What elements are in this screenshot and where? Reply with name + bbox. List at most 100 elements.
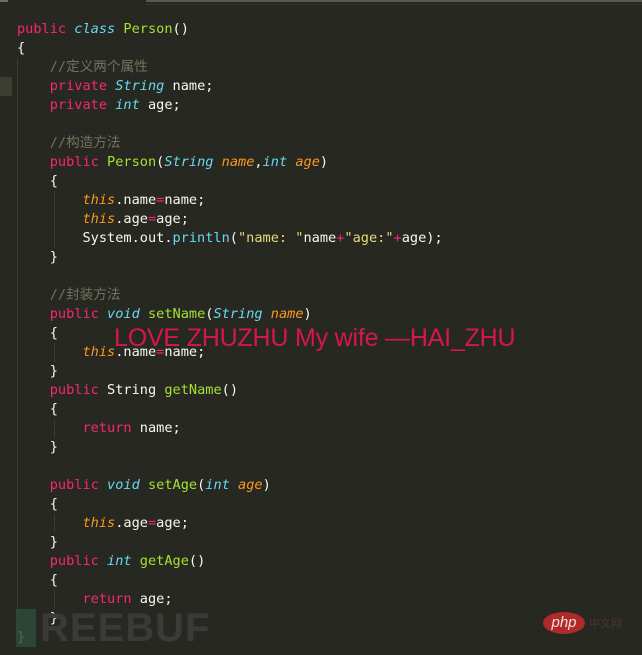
builtin-token: println [172,230,230,246]
text-token: } [17,439,58,455]
code-line[interactable] [17,267,443,286]
code-line[interactable]: } [17,533,443,552]
keyword-token: public [49,553,99,569]
code-line[interactable]: public class Person() [17,20,443,39]
text-token: { [17,173,58,189]
type-token: void [107,477,140,493]
code-line[interactable]: { [17,172,443,191]
text-token: () [188,553,206,569]
code-line[interactable]: public void setAge(int age) [17,476,443,495]
string-token: "name: " [237,230,304,246]
code-line[interactable]: private int age; [17,96,443,115]
code-line[interactable]: private String name; [17,77,443,96]
text-token: age); [401,230,443,246]
code-line[interactable]: //构造方法 [17,134,443,153]
text-token: age; [139,97,181,113]
text-token: ) [262,477,271,493]
text-token: () [221,382,239,398]
text-token: .name [115,192,157,208]
text-token: } [17,363,58,379]
operator-token: + [393,230,402,246]
code-line[interactable]: { [17,400,443,419]
code-line[interactable]: { [17,39,443,58]
text-token: age; [156,515,189,531]
function-name-token: setName [147,306,206,322]
this-token: this [82,192,116,208]
keyword-token: public [49,154,99,170]
text-token: name; [131,420,181,436]
freebuf-logo-icon [16,609,36,647]
code-line[interactable] [17,115,443,134]
code-line[interactable]: } [17,248,443,267]
code-line[interactable]: public Person(String name,int age) [17,153,443,172]
type-token: String [164,154,214,170]
code-line[interactable]: //定义两个属性 [17,58,443,77]
code-line[interactable]: public int getAge() [17,552,443,571]
function-name-token: Person [107,154,157,170]
parameter-token: age [238,477,263,493]
code-line[interactable]: this.name=name; [17,191,443,210]
code-line[interactable]: { [17,571,443,590]
keyword-token: return [82,591,132,607]
code-line[interactable]: } [17,362,443,381]
code-line[interactable]: public void setName(String name) [17,305,443,324]
code-line[interactable]: return name; [17,419,443,438]
comment-token: //封装方法 [49,287,121,303]
parameter-token: name [270,306,304,322]
tab-bar-border [146,0,642,2]
code-line[interactable]: System.out.println("name: "name+"age:"+a… [17,229,443,248]
tab-bar-border-inner [146,4,642,5]
text-token: name [303,230,337,246]
code-line[interactable] [17,457,443,476]
text-token: ) [303,306,312,322]
text-token: { [17,572,58,588]
operator-token: = [147,515,157,531]
freebuf-watermark: REEBUF [16,606,210,650]
code-line[interactable]: this.age=age; [17,514,443,533]
code-line[interactable]: { [17,495,443,514]
comment-token: //定义两个属性 [49,59,148,75]
text-token: .age [115,515,148,531]
freebuf-text: REEBUF [40,606,211,650]
keyword-token: private [49,78,108,94]
code-line[interactable]: } [17,438,443,457]
parameter-token: age [295,154,320,170]
code-line[interactable]: this.age=age; [17,210,443,229]
editor-tab-bar [0,0,642,6]
tab-edge [0,0,8,2]
keyword-token: return [82,420,132,436]
type-token: int [107,553,132,569]
code-line[interactable]: //封装方法 [17,286,443,305]
text-token: age; [131,591,173,607]
type-token: int [115,97,140,113]
code-line[interactable]: public String getName() [17,381,443,400]
string-token: "age:" [344,230,394,246]
text-token: , [254,154,263,170]
text-token: } [17,534,58,550]
text-token: { [17,401,58,417]
keyword-token: public [17,21,67,37]
keyword-token: public [49,477,99,493]
type-token: void [107,306,140,322]
this-token: this [82,515,116,531]
type-token: int [205,477,230,493]
type-token: String [213,306,263,322]
